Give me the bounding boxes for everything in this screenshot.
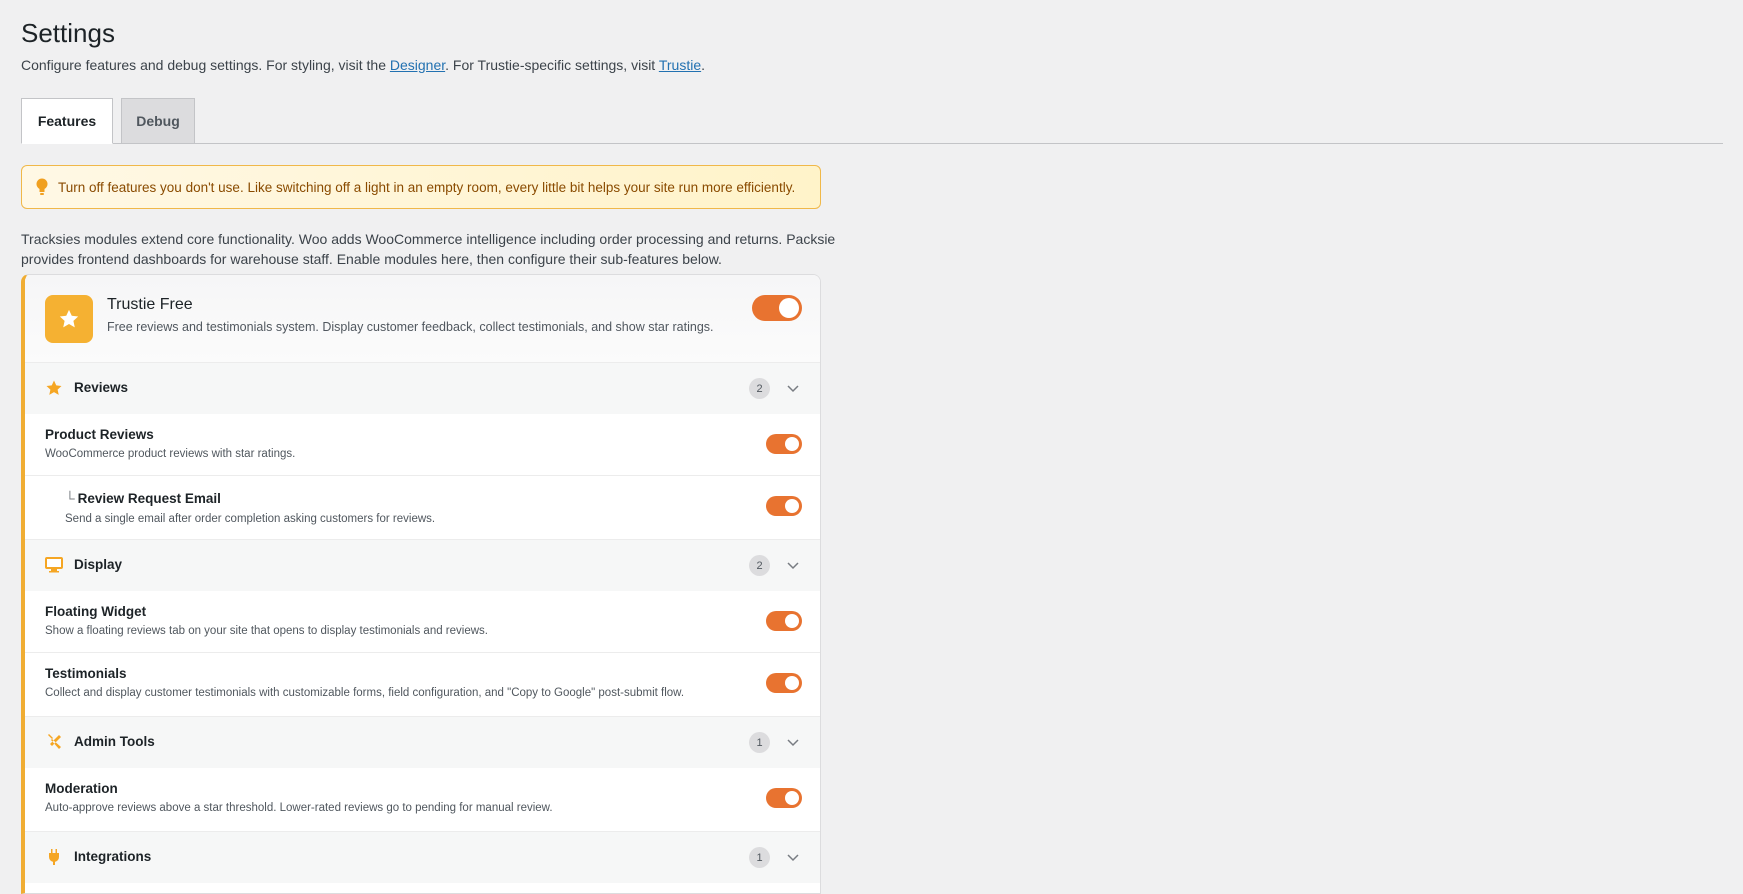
chevron-down-icon[interactable] (786, 735, 800, 749)
feature-name: └ Review Request Email (65, 491, 221, 506)
section-label: Reviews (74, 380, 129, 395)
feature-name: Product Reviews (45, 427, 154, 442)
star-icon (45, 295, 93, 343)
section-label: Display (74, 557, 123, 572)
count-badge: 2 (749, 378, 770, 399)
review-request-email-toggle[interactable] (766, 496, 802, 516)
feature-description: Collect and display customer testimonial… (45, 687, 685, 699)
trustie-link[interactable]: Trustie (659, 57, 701, 73)
chevron-down-icon[interactable] (786, 381, 800, 395)
subtitle-text: . For Trustie-specific settings, visit (445, 57, 659, 73)
module-header: Trustie Free Free reviews and testimonia… (25, 275, 820, 363)
floating-widget-toggle[interactable] (766, 611, 802, 631)
feature-row-product-reviews: Product Reviews WooCommerce product revi… (25, 414, 820, 476)
feature-row-review-request-email: └ Review Request Email Send a single emai… (25, 476, 820, 540)
subtitle-text: Configure features and debug settings. F… (21, 57, 390, 73)
tab-features[interactable]: Features (21, 98, 113, 144)
module-toggle[interactable] (752, 295, 802, 321)
tools-icon (48, 734, 61, 749)
tab-debug[interactable]: Debug (121, 98, 195, 144)
section-label: Integrations (74, 849, 152, 864)
page-title: Settings (21, 18, 115, 48)
count-badge: 2 (749, 555, 770, 576)
module-name: Trustie Free (107, 296, 193, 313)
testimonials-toggle[interactable] (766, 673, 802, 693)
module-description: Free reviews and testimonials system. Di… (107, 320, 714, 334)
tab-bar: Features Debug (21, 98, 1723, 144)
count-badge: 1 (749, 847, 770, 868)
moderation-toggle[interactable] (766, 788, 802, 808)
subtitle-text: . (701, 57, 706, 73)
feature-description: Auto-approve reviews above a star thresh… (45, 802, 553, 814)
feature-row-moderation: Moderation Auto-approve reviews above a … (25, 768, 820, 832)
feature-name: Moderation (45, 781, 118, 796)
page-subtitle: Configure features and debug settings. F… (21, 57, 705, 73)
chevron-down-icon[interactable] (786, 558, 800, 572)
feature-description: Send a single email after order completi… (65, 513, 436, 525)
product-reviews-toggle[interactable] (766, 434, 802, 454)
star-icon (46, 380, 62, 395)
notice-text: Turn off features you don't use. Like sw… (58, 179, 796, 195)
feature-description: Show a floating reviews tab on your site… (45, 625, 488, 637)
section-integrations[interactable]: Integrations 1 (25, 832, 820, 883)
section-display[interactable]: Display 2 (25, 540, 820, 591)
section-label: Admin Tools (74, 734, 155, 749)
tip-notice: Turn off features you don't use. Like sw… (21, 165, 821, 209)
child-indicator: └ (65, 491, 75, 506)
feature-row-testimonials: Testimonials Collect and display custome… (25, 653, 820, 717)
module-card-trustie-free: Trustie Free Free reviews and testimonia… (21, 274, 821, 894)
chevron-down-icon[interactable] (786, 850, 800, 864)
feature-name-text: Review Request Email (77, 491, 221, 506)
count-badge: 1 (749, 732, 770, 753)
designer-link[interactable]: Designer (390, 57, 445, 73)
monitor-icon (45, 557, 63, 573)
plug-icon (49, 849, 59, 865)
feature-name: Testimonials (45, 666, 127, 681)
section-reviews[interactable]: Reviews 2 (25, 363, 820, 414)
feature-name: Floating Widget (45, 604, 147, 619)
feature-description: WooCommerce product reviews with star ra… (45, 448, 296, 460)
intro-text: Tracksies modules extend core functional… (21, 231, 836, 267)
lightbulb-icon (36, 178, 48, 195)
section-admin-tools[interactable]: Admin Tools 1 (25, 717, 820, 768)
feature-row-floating-widget: Floating Widget Show a floating reviews … (25, 591, 820, 653)
